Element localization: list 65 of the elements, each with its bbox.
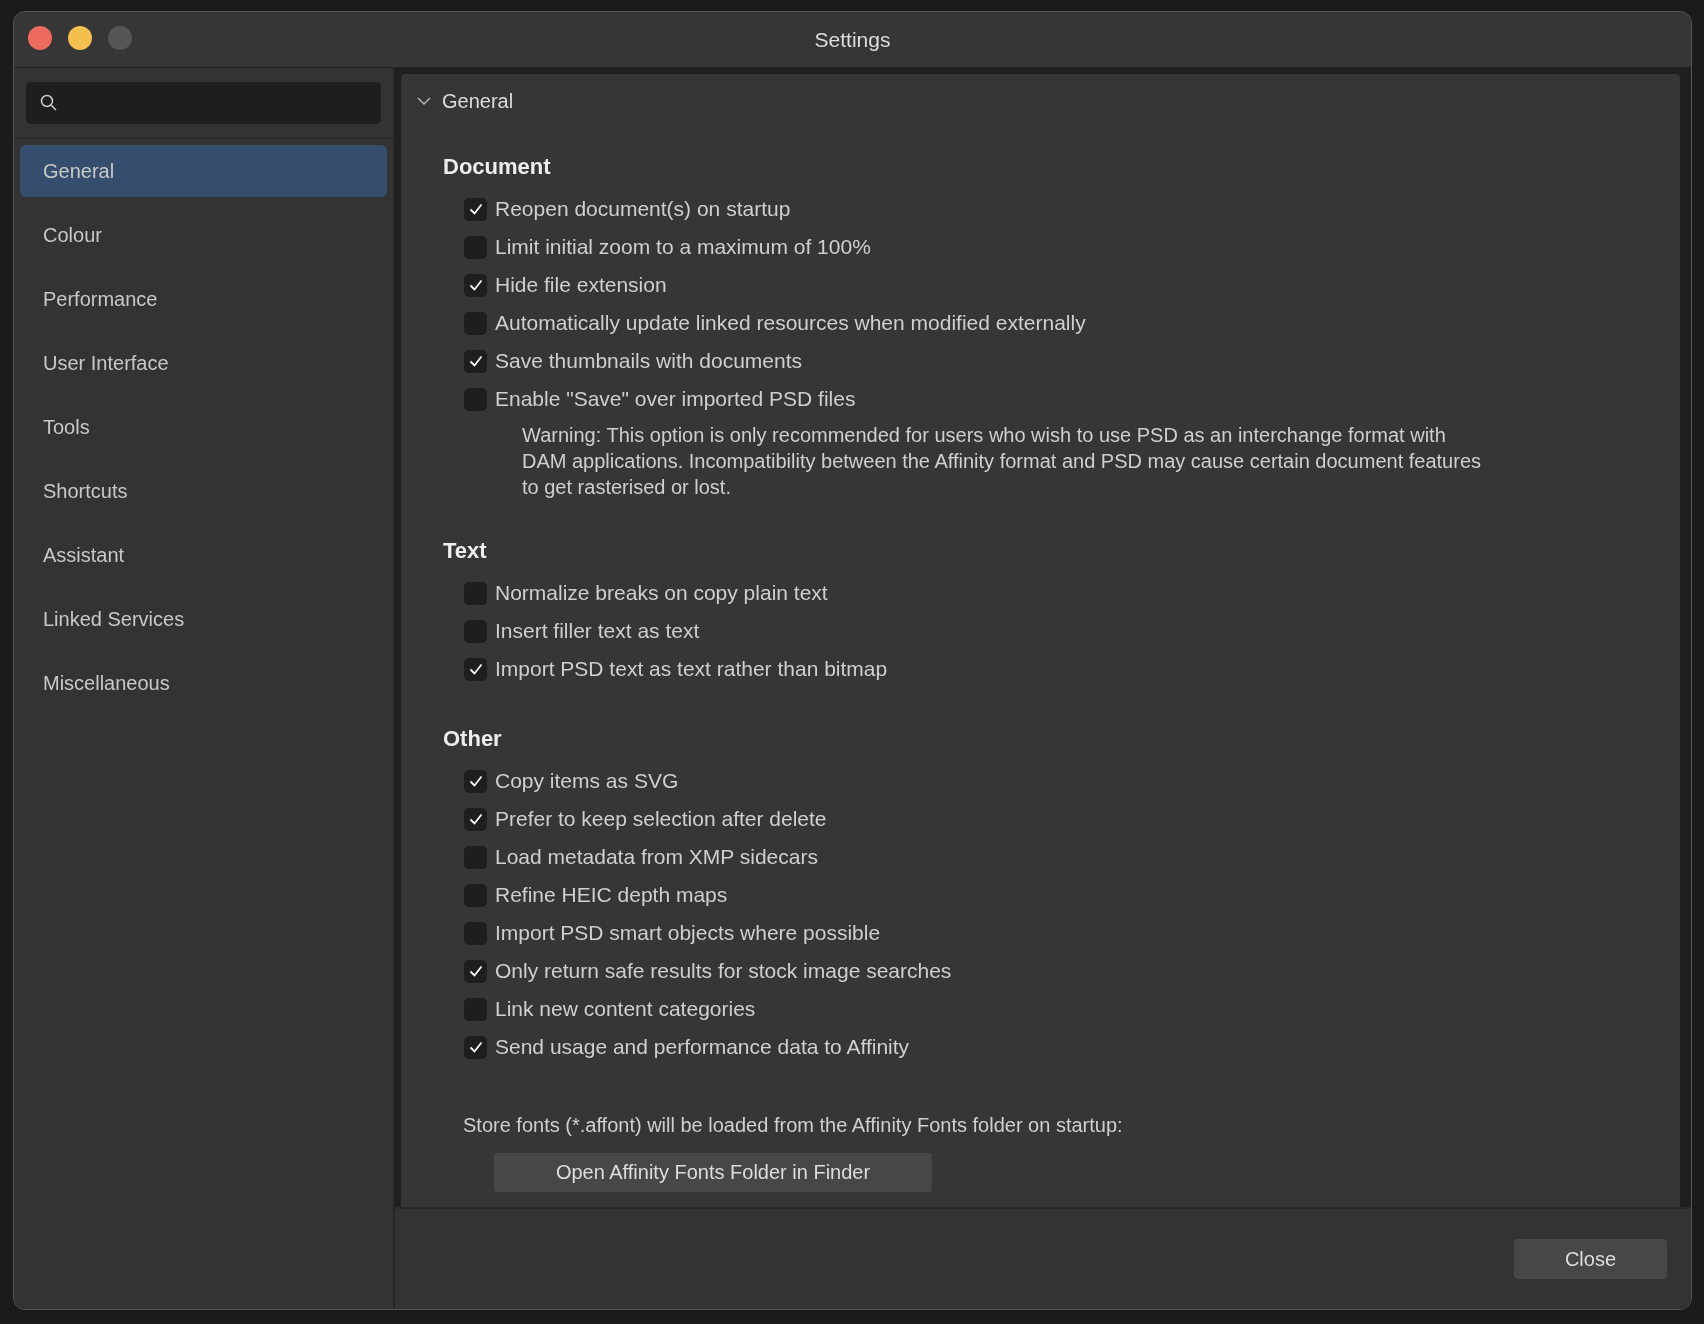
checkmark-icon [467, 277, 484, 293]
checkbox-label[interactable]: Enable "Save" over imported PSD files [495, 387, 856, 411]
checkbox[interactable] [464, 845, 487, 869]
checkbox[interactable] [464, 619, 487, 643]
checkmark-icon [467, 1039, 484, 1055]
checkbox-label[interactable]: Automatically update linked resources when modified externally [495, 311, 1086, 335]
sidebar-item[interactable]: Shortcuts [20, 465, 387, 517]
checkbox-label[interactable]: Insert filler text as text [495, 619, 700, 643]
checkbox-label[interactable]: Hide file extension [495, 273, 667, 297]
close-button[interactable]: Close [1514, 1239, 1667, 1279]
sidebar-item[interactable]: Assistant [20, 529, 387, 581]
checkbox-label[interactable]: Refine HEIC depth maps [495, 883, 728, 907]
checkmark-icon [467, 661, 484, 677]
checkbox[interactable] [464, 311, 487, 335]
group-heading: Document [443, 154, 552, 181]
group-heading: Other [443, 726, 503, 753]
close-window-button[interactable] [28, 26, 52, 50]
checkbox-label[interactable]: Send usage and performance data to Affinity [495, 1035, 910, 1059]
checkbox-label[interactable]: Limit initial zoom to a maximum of 100% [495, 235, 871, 259]
checkbox[interactable] [464, 657, 487, 681]
checkmark-icon [467, 963, 484, 979]
warning-text: Warning: This option is only recommended for users who wish to use PSD as an interchange format with DAM applications. Incompatibility between the Affinity format and PSD may cause certain document features to get rasterised or lost. [521, 423, 1482, 500]
search-field[interactable] [26, 82, 381, 124]
sidebar-item[interactable]: Tools [20, 401, 387, 453]
checkmark-icon [467, 773, 484, 789]
checkbox-label[interactable]: Prefer to keep selection after delete [495, 807, 827, 831]
checkbox[interactable] [464, 197, 487, 221]
checkbox[interactable] [464, 273, 487, 297]
checkbox[interactable] [464, 807, 487, 831]
checkbox[interactable] [464, 235, 487, 259]
search-icon [40, 94, 58, 112]
checkbox-label[interactable]: Import PSD smart objects where possible [495, 921, 881, 945]
checkbox[interactable] [464, 959, 487, 983]
checkbox[interactable] [464, 997, 487, 1021]
chevron-icon[interactable] [417, 96, 431, 106]
checkbox-label[interactable]: Save thumbnails with documents [495, 349, 802, 373]
checkbox-label[interactable]: Import PSD text as text rather than bitmap [495, 657, 888, 681]
sidebar-item[interactable]: Colour [20, 209, 387, 261]
checkmark-icon [467, 811, 484, 827]
checkmark-icon [467, 353, 484, 369]
sidebar-item[interactable]: Linked Services [20, 593, 387, 645]
sidebar-item[interactable]: User Interface [20, 337, 387, 389]
fonts-note: Store fonts (*.affont) will be loaded from the Affinity Fonts folder on startup: [463, 1114, 1124, 1137]
window-title: Settings [814, 27, 891, 52]
checkbox-label[interactable]: Reopen document(s) on startup [495, 197, 791, 221]
checkmark-icon [467, 201, 484, 217]
sidebar-item[interactable]: Miscellaneous [20, 657, 387, 709]
checkbox[interactable] [464, 349, 487, 373]
section-title[interactable]: General [442, 89, 514, 113]
checkbox[interactable] [464, 769, 487, 793]
checkbox[interactable] [464, 883, 487, 907]
open-fonts-folder-button[interactable]: Open Affinity Fonts Folder in Finder [494, 1153, 932, 1192]
checkbox[interactable] [464, 387, 487, 411]
checkbox-label[interactable]: Normalize breaks on copy plain text [495, 581, 828, 605]
checkbox[interactable] [464, 581, 487, 605]
sidebar-item[interactable]: Performance [20, 273, 387, 325]
checkbox-label[interactable]: Link new content categories [495, 997, 756, 1021]
sidebar-item[interactable]: General [20, 145, 387, 197]
checkbox-label[interactable]: Copy items as SVG [495, 769, 679, 793]
minimize-window-button[interactable] [68, 26, 92, 50]
checkbox[interactable] [464, 921, 487, 945]
checkbox[interactable] [464, 1035, 487, 1059]
group-heading: Text [443, 538, 488, 565]
checkbox-label[interactable]: Load metadata from XMP sidecars [495, 845, 818, 869]
checkbox-label[interactable]: Only return safe results for stock image searches [495, 959, 952, 983]
